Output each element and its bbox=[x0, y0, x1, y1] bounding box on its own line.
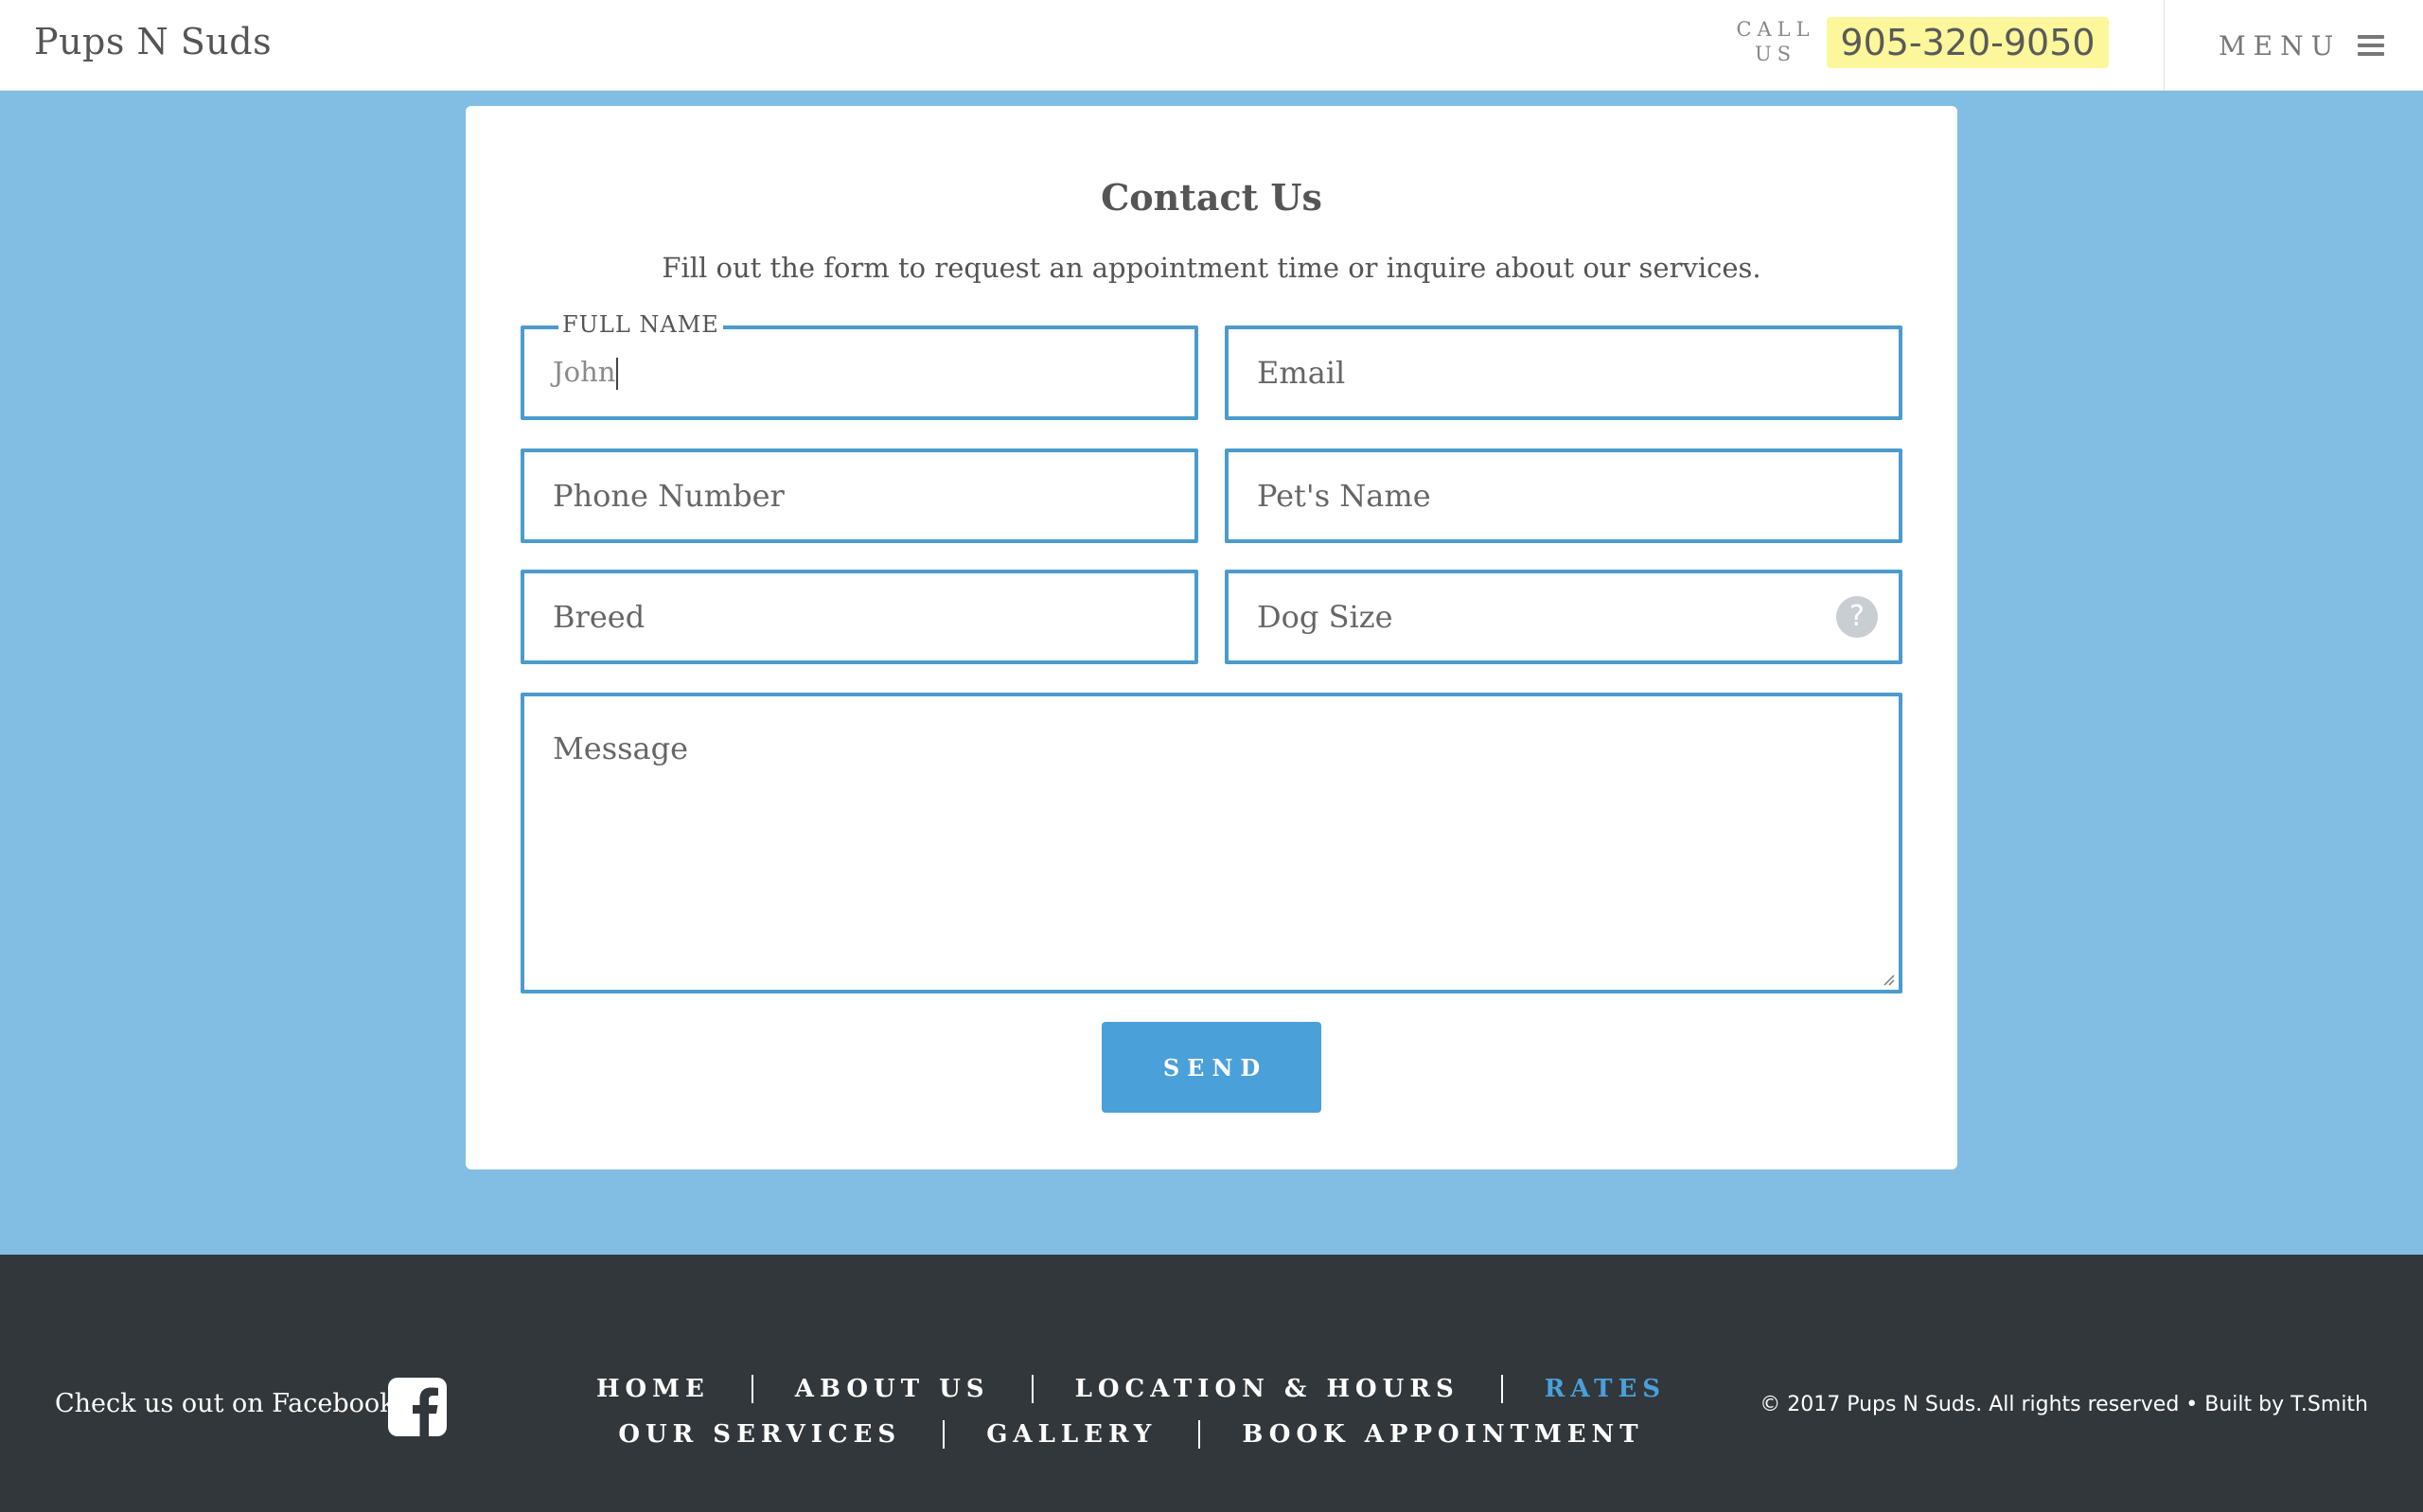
phone-number-placeholder: Phone Number bbox=[553, 478, 785, 514]
footer-nav-row-2: OUR SERVICES GALLERY BOOK APPOINTMENT bbox=[587, 1412, 1675, 1457]
footer-link-rates[interactable]: RATES bbox=[1545, 1375, 1666, 1403]
footer-link-gallery[interactable]: GALLERY bbox=[986, 1420, 1157, 1449]
call-label-line2: US bbox=[1754, 43, 1797, 65]
hamburger-icon bbox=[2358, 35, 2385, 56]
full-name-value: John bbox=[553, 356, 619, 390]
resize-grip-icon[interactable] bbox=[1882, 973, 1895, 986]
full-name-field[interactable]: FULL NAME John bbox=[521, 311, 1198, 420]
dog-size-field[interactable]: Dog Size ? bbox=[1225, 570, 1902, 664]
nav-separator bbox=[1031, 1375, 1034, 1403]
main-section: Contact Us Fill out the form to request … bbox=[0, 91, 2423, 1255]
menu-label: MENU bbox=[2219, 29, 2342, 62]
phone-number-link[interactable]: 905-320-9050 bbox=[1827, 17, 2109, 68]
contact-title: Contact Us bbox=[1101, 176, 1322, 219]
footer-link-book-appointment[interactable]: BOOK APPOINTMENT bbox=[1242, 1420, 1643, 1449]
nav-separator bbox=[1198, 1420, 1201, 1449]
breed-field[interactable]: Breed bbox=[521, 570, 1198, 664]
facebook-text[interactable]: Check us out on Facebook bbox=[55, 1389, 395, 1418]
dog-size-placeholder: Dog Size bbox=[1257, 599, 1393, 635]
copyright-text: © 2017 Pups N Suds. All rights reserved … bbox=[1760, 1393, 2368, 1416]
footer-link-location-hours[interactable]: LOCATION & HOURS bbox=[1075, 1375, 1459, 1403]
footer-link-about-us[interactable]: ABOUT US bbox=[795, 1375, 990, 1403]
contact-subtitle: Fill out the form to request an appointm… bbox=[662, 252, 1761, 284]
footer-nav: HOME ABOUT US LOCATION & HOURS RATES OUR… bbox=[587, 1366, 1675, 1457]
nav-separator bbox=[1500, 1375, 1503, 1403]
full-name-label: FULL NAME bbox=[558, 311, 723, 338]
site-footer: Check us out on Facebook HOME ABOUT US L… bbox=[0, 1255, 2423, 1512]
text-caret bbox=[616, 358, 619, 390]
contact-card: Contact Us Fill out the form to request … bbox=[466, 106, 1957, 1169]
message-placeholder: Message bbox=[553, 730, 689, 766]
site-header: Pups N Suds CALL US 905-320-9050 MENU bbox=[0, 0, 2423, 91]
header-divider bbox=[2164, 0, 2165, 91]
message-textarea[interactable]: Message bbox=[521, 693, 1902, 993]
email-placeholder: Email bbox=[1257, 355, 1346, 391]
footer-link-home[interactable]: HOME bbox=[596, 1375, 710, 1403]
phone-number-field[interactable]: Phone Number bbox=[521, 448, 1198, 543]
footer-link-our-services[interactable]: OUR SERVICES bbox=[618, 1420, 901, 1449]
nav-separator bbox=[943, 1420, 946, 1449]
pet-name-field[interactable]: Pet's Name bbox=[1225, 448, 1902, 543]
email-field[interactable]: Email bbox=[1225, 325, 1902, 420]
help-icon[interactable]: ? bbox=[1836, 596, 1878, 638]
call-us-label: CALL US bbox=[1732, 17, 1819, 66]
call-label-line1: CALL bbox=[1736, 18, 1815, 41]
site-logo[interactable]: Pups N Suds bbox=[34, 21, 272, 62]
nav-separator bbox=[751, 1375, 753, 1403]
breed-placeholder: Breed bbox=[553, 599, 646, 635]
send-button[interactable]: SEND bbox=[1102, 1022, 1321, 1113]
footer-nav-row-1: HOME ABOUT US LOCATION & HOURS RATES bbox=[587, 1366, 1675, 1412]
pet-name-placeholder: Pet's Name bbox=[1257, 478, 1431, 514]
menu-button[interactable]: MENU bbox=[2219, 26, 2385, 64]
facebook-icon[interactable] bbox=[388, 1378, 447, 1436]
